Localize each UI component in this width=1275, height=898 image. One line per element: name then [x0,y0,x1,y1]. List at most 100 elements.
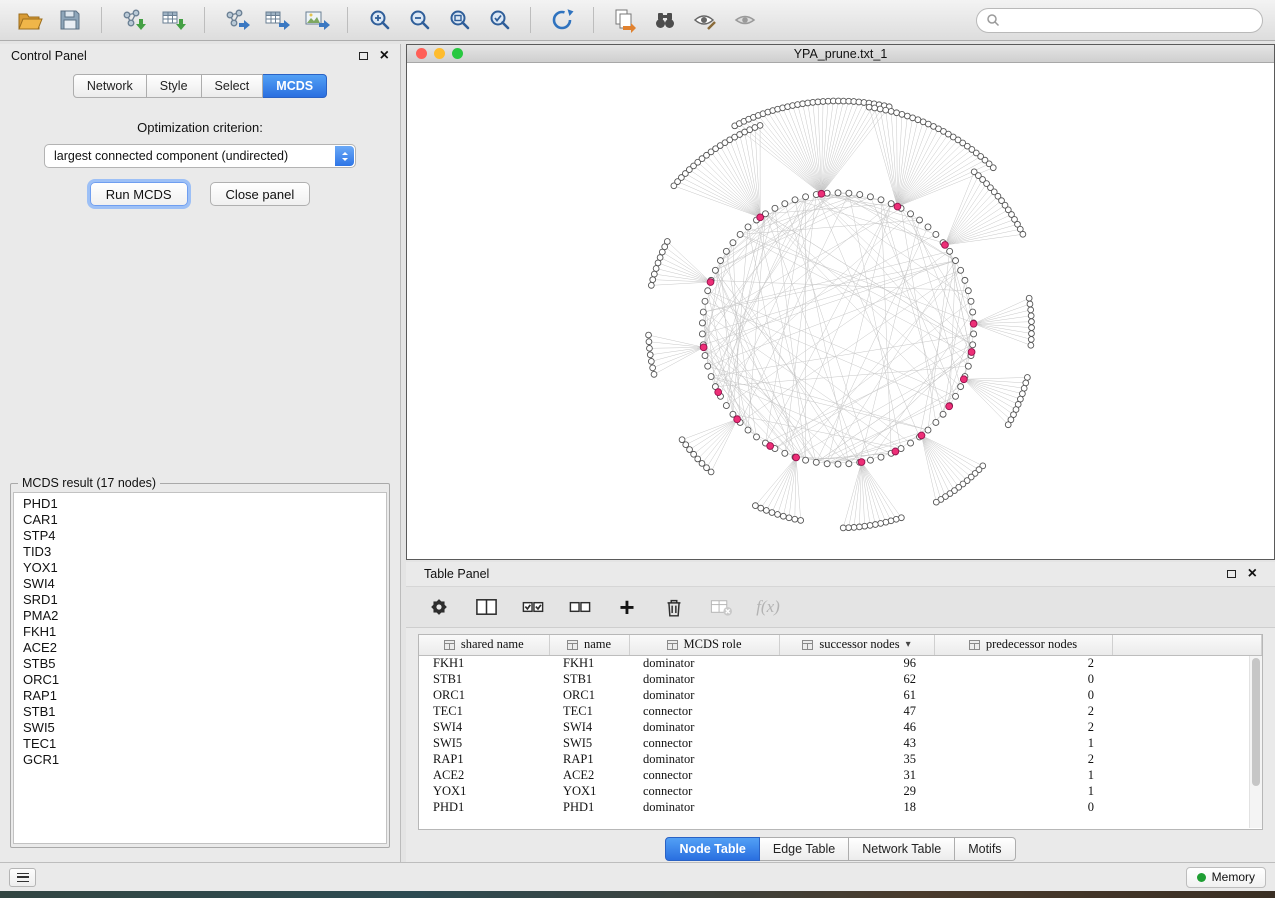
table-row[interactable]: PHD1PHD1dominator180 [419,799,1262,815]
column-header-successor-nodes[interactable]: successor nodes▾ [779,635,934,655]
close-panel-icon[interactable]: × [380,48,389,64]
window-maximize-icon[interactable] [452,48,463,59]
table-tab-motifs[interactable]: Motifs [955,837,1015,861]
table-row[interactable]: YOX1YOX1connector291 [419,783,1262,799]
table-cell: dominator [629,687,779,703]
export-image-button[interactable] [298,3,334,37]
import-network-button[interactable] [115,3,151,37]
create-column-button[interactable]: + [612,591,642,623]
memory-label: Memory [1212,870,1255,884]
tab-select[interactable]: Select [202,74,264,98]
mcds-node-item[interactable]: YOX1 [23,560,386,576]
table-cell: 2 [934,703,1112,719]
network-canvas[interactable] [407,63,1274,559]
table-cell: 0 [934,799,1112,815]
delete-table-button-disabled [706,591,736,623]
mcds-result-list[interactable]: PHD1CAR1STP4TID3YOX1SWI4SRD1PMA2FKH1ACE2… [13,492,387,844]
zoom-fit-button[interactable] [441,3,477,37]
close-table-panel-icon[interactable]: × [1248,566,1257,582]
mcds-node-item[interactable]: TID3 [23,544,386,560]
table-cell: 31 [779,767,934,783]
table-scrollbar[interactable] [1249,656,1262,828]
mcds-node-item[interactable]: SRD1 [23,592,386,608]
table-row[interactable]: STB1STB1dominator620 [419,671,1262,687]
deselect-all-rows-button[interactable] [565,591,595,623]
column-header-name[interactable]: name [549,635,629,655]
network-view-window: YPA_prune.txt_1 [406,44,1275,560]
mcds-node-item[interactable]: GCR1 [23,752,386,768]
table-cell: RAP1 [549,751,629,767]
column-header-filler [1112,635,1262,655]
scrollbar-thumb[interactable] [1252,658,1260,786]
table-row[interactable]: SWI5SWI5connector431 [419,735,1262,751]
zoom-out-button[interactable] [401,3,437,37]
mcds-node-item[interactable]: STB1 [23,704,386,720]
table-cell: YOX1 [419,783,549,799]
table-row[interactable]: SWI4SWI4dominator462 [419,719,1262,735]
delete-columns-button[interactable] [659,591,689,623]
table-row[interactable]: TEC1TEC1connector472 [419,703,1262,719]
show-graphics-details-button[interactable] [727,3,763,37]
mcds-node-item[interactable]: STP4 [23,528,386,544]
hide-graphics-details-button[interactable] [687,3,723,37]
table-cell: 1 [934,783,1112,799]
mcds-node-item[interactable]: FKH1 [23,624,386,640]
mcds-node-item[interactable]: RAP1 [23,688,386,704]
zoom-in-button[interactable] [361,3,397,37]
table-cell: SWI5 [549,735,629,751]
memory-button[interactable]: Memory [1186,867,1266,888]
table-tab-node-table[interactable]: Node Table [665,837,759,861]
mcds-node-item[interactable]: ACE2 [23,640,386,656]
column-header-MCDS-role[interactable]: MCDS role [629,635,779,655]
search-input[interactable] [1005,13,1253,27]
column-header-shared-name[interactable]: shared name [419,635,549,655]
tab-network[interactable]: Network [73,74,147,98]
tab-style[interactable]: Style [147,74,202,98]
mcds-node-item[interactable]: PMA2 [23,608,386,624]
table-row[interactable]: RAP1RAP1dominator352 [419,751,1262,767]
mcds-node-item[interactable]: STB5 [23,656,386,672]
network-graph[interactable] [407,63,1274,559]
open-session-button[interactable] [12,3,48,37]
mcds-node-item[interactable]: SWI5 [23,720,386,736]
table-tab-network-table[interactable]: Network Table [849,837,955,861]
table-cell-filler [1112,687,1262,703]
table-cell: connector [629,767,779,783]
mcds-node-item[interactable]: SWI4 [23,576,386,592]
save-session-button[interactable] [52,3,88,37]
zoom-selected-button[interactable] [481,3,517,37]
table-options-button[interactable] [424,591,454,623]
window-minimize-icon[interactable] [434,48,445,59]
criterion-dropdown[interactable]: largest connected component (undirected) [44,144,356,168]
toggle-column-view-button[interactable] [471,591,501,623]
import-table-button[interactable] [155,3,191,37]
table-row[interactable]: ACE2ACE2connector311 [419,767,1262,783]
select-all-rows-button[interactable] [518,591,548,623]
column-header-predecessor-nodes[interactable]: predecessor nodes [934,635,1112,655]
table-tab-edge-table[interactable]: Edge Table [760,837,849,861]
desktop: Control Panel × NetworkStyleSelectMCDS O… [0,0,1275,898]
tab-mcds[interactable]: MCDS [263,74,327,98]
table-row[interactable]: ORC1ORC1dominator610 [419,687,1262,703]
refresh-network-button[interactable] [544,3,580,37]
float-table-panel-icon[interactable] [1227,570,1236,578]
float-panel-icon[interactable] [359,52,368,60]
run-mcds-button[interactable]: Run MCDS [90,182,188,206]
close-panel-button[interactable]: Close panel [210,182,311,206]
window-close-icon[interactable] [416,48,427,59]
table-row[interactable]: FKH1FKH1dominator962 [419,655,1262,671]
column-type-icon [667,640,678,650]
export-table-button[interactable] [258,3,294,37]
search-box[interactable] [976,8,1263,33]
mcds-node-item[interactable]: TEC1 [23,736,386,752]
mcds-node-item[interactable]: ORC1 [23,672,386,688]
mcds-node-item[interactable]: CAR1 [23,512,386,528]
export-network-button[interactable] [218,3,254,37]
mcds-node-item[interactable]: PHD1 [23,496,386,512]
network-snapshot-button[interactable] [607,3,643,37]
status-menu-button[interactable] [9,868,36,887]
zoom-out-icon [407,8,431,32]
find-network-button[interactable] [647,3,683,37]
table-cell: SWI4 [419,719,549,735]
table-cell: 96 [779,655,934,671]
